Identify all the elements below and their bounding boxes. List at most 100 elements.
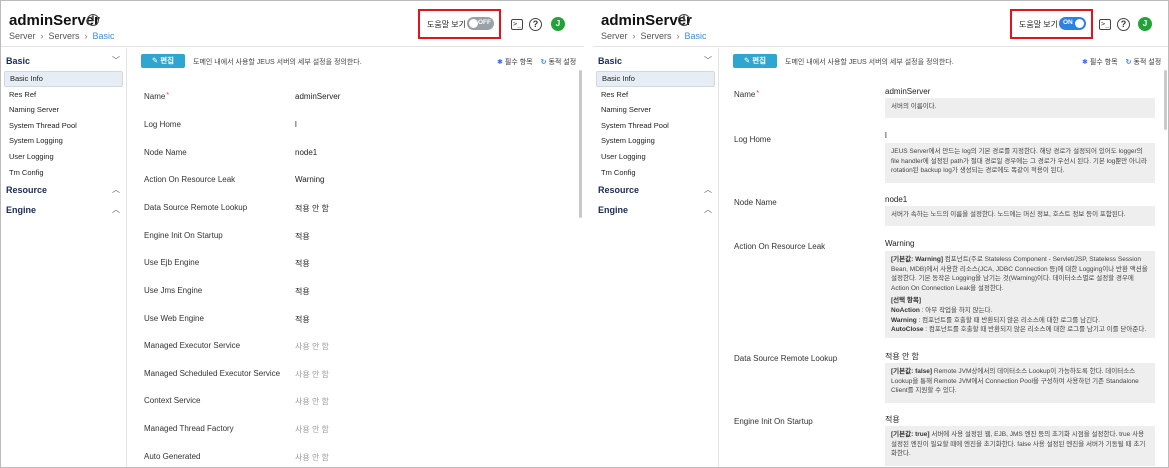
chevron-right-icon: › xyxy=(632,31,636,41)
field-value-managed-scheduled-executor-service[interactable]: 사용 안 함 xyxy=(295,369,329,380)
field-value-managed-thread-factory[interactable]: 사용 안 함 xyxy=(295,424,329,435)
field-label-node-name: Node Name xyxy=(734,198,777,207)
chevron-up-icon: ︿ xyxy=(112,185,120,195)
field-label-action-on-resource-leak: Action On Resource Leak xyxy=(734,242,826,251)
required-legend: 필수 항목 xyxy=(504,59,533,66)
toggle-state-text: ON xyxy=(1063,19,1073,26)
field-value-action-on-resource-leak[interactable]: Warning xyxy=(295,175,325,184)
legend: ✱ 필수 항목 ↻ 동적 설정 xyxy=(497,57,576,67)
sidebar-group-label: Resource xyxy=(6,185,48,196)
sidebar-item-system-thread-pool[interactable]: System Thread Pool xyxy=(4,118,123,134)
dynamic-sync-icon: ↻ xyxy=(1125,59,1132,66)
sidebar-item-naming-server[interactable]: Naming Server xyxy=(4,102,123,118)
sidebar-group-basic[interactable]: Basic ﹀ xyxy=(1,51,126,71)
breadcrumb-servers[interactable]: Servers xyxy=(49,31,80,41)
sidebar-group-basic[interactable]: Basic ﹀ xyxy=(593,51,718,71)
main-content: ✎ 편집 도메인 내에서 사용할 JEUS 서버의 세부 설정을 정의한다. ✱… xyxy=(720,48,1168,467)
chevron-right-icon: › xyxy=(40,31,44,41)
terminal-icon[interactable]: >_ xyxy=(1099,19,1111,30)
legend: ✱ 필수 항목 ↻ 동적 설정 xyxy=(1082,57,1161,67)
field-label-auto-generated: Auto Generated xyxy=(144,452,201,461)
chevron-right-icon: › xyxy=(84,31,88,41)
sidebar-group-label: Basic xyxy=(598,56,623,66)
help-question-icon[interactable]: ? xyxy=(529,18,542,31)
scrollbar[interactable] xyxy=(579,70,582,218)
field-label-log-home: Log Home xyxy=(734,135,771,144)
required-legend: 필수 항목 xyxy=(1089,59,1118,66)
field-value-node-name[interactable]: node1 xyxy=(885,195,907,204)
field-label-managed-thread-factory: Managed Thread Factory xyxy=(144,424,234,433)
field-value-name[interactable]: adminServer xyxy=(295,92,340,101)
help-toggle-highlight: 도움말 보기 OFF xyxy=(418,9,501,39)
help-off-panel: adminServer i Server › Servers › Basic 도움말 보… xyxy=(1,1,584,467)
field-value-data-source-remote-lookup[interactable]: 적용 안 함 xyxy=(295,203,329,214)
sidebar-group-label: Engine xyxy=(6,205,37,216)
help-toggle-switch[interactable]: OFF xyxy=(467,17,494,30)
field-value-node-name[interactable]: node1 xyxy=(295,148,317,157)
sidebar-item-tm-config[interactable]: Tm Config xyxy=(596,165,715,181)
sidebar-item-system-logging[interactable]: System Logging xyxy=(4,133,123,149)
field-label-engine-init-on-startup: Engine Init On Startup xyxy=(734,417,813,426)
edit-button[interactable]: ✎ 편집 xyxy=(141,54,185,68)
breadcrumb: Server › Servers › Basic xyxy=(9,31,115,41)
field-label-data-source-remote-lookup: Data Source Remote Lookup xyxy=(734,354,838,363)
terminal-icon[interactable]: >_ xyxy=(511,19,523,30)
field-value-use-web-engine[interactable]: 적용 xyxy=(295,314,310,325)
help-on-panel: adminServer i Server › Servers › Basic 도움말 보… xyxy=(593,1,1168,467)
field-value-use-jms-engine[interactable]: 적용 xyxy=(295,286,310,297)
page-header: adminServer i Server › Servers › Basic 도움말 보… xyxy=(1,1,584,47)
sidebar: Basic ﹀ Basic Info Res Ref Naming Server … xyxy=(593,48,719,467)
field-value-engine-init-on-startup[interactable]: 적용 xyxy=(295,231,310,242)
sidebar-item-system-logging[interactable]: System Logging xyxy=(596,133,715,149)
field-label-context-service: Context Service xyxy=(144,396,201,405)
sidebar-item-user-logging[interactable]: User Logging xyxy=(596,149,715,165)
field-label-engine-init-on-startup: Engine Init On Startup xyxy=(144,231,223,240)
breadcrumb-server[interactable]: Server xyxy=(9,31,36,41)
field-value-data-source-remote-lookup[interactable]: 적용 안 함 xyxy=(885,351,919,362)
sidebar-item-naming-server[interactable]: Naming Server xyxy=(596,102,715,118)
breadcrumb-server[interactable]: Server xyxy=(601,31,628,41)
info-icon[interactable]: i xyxy=(87,14,99,26)
field-value-action-on-resource-leak[interactable]: Warning xyxy=(885,239,915,248)
field-value-auto-generated[interactable]: 사용 안 함 xyxy=(295,452,329,463)
field-value-managed-executor-service[interactable]: 사용 안 함 xyxy=(295,341,329,352)
help-toggle-switch[interactable]: ON xyxy=(1059,17,1086,30)
avatar[interactable]: J xyxy=(1138,17,1152,31)
main-content: ✎ 편집 도메인 내에서 사용할 JEUS 서버의 세부 설정을 정의한다. ✱… xyxy=(128,48,584,467)
help-toggle-label: 도움말 보기 xyxy=(427,20,467,29)
sidebar-group-engine[interactable]: Engine ︿ xyxy=(1,200,126,220)
field-label-managed-scheduled-executor-service: Managed Scheduled Executor Service xyxy=(144,369,281,378)
required-star-icon: ✱ xyxy=(497,59,503,66)
sidebar-group-resource[interactable]: Resource ︿ xyxy=(1,180,126,200)
sidebar-item-basic-info[interactable]: Basic Info xyxy=(4,71,123,87)
field-value-context-service[interactable]: 사용 안 함 xyxy=(295,396,329,407)
avatar[interactable]: J xyxy=(551,17,565,31)
sidebar-item-system-thread-pool[interactable]: System Thread Pool xyxy=(596,118,715,134)
edit-button-label: 편집 xyxy=(160,56,175,65)
field-value-log-home[interactable]: l xyxy=(295,120,297,129)
field-value-log-home[interactable]: l xyxy=(885,131,887,140)
field-value-name[interactable]: adminServer xyxy=(885,87,930,96)
sidebar-group-label: Resource xyxy=(598,185,640,196)
sidebar-item-user-logging[interactable]: User Logging xyxy=(4,149,123,165)
field-label-use-web-engine: Use Web Engine xyxy=(144,314,204,323)
help-text-data-source-remote-lookup: [기본값: false] Remote JVM상에서의 데이터소스 Lookup… xyxy=(885,363,1155,403)
toggle-knob xyxy=(469,19,478,28)
edit-button[interactable]: ✎ 편집 xyxy=(733,54,777,68)
scrollbar[interactable] xyxy=(1164,70,1167,130)
breadcrumb-current: Basic xyxy=(92,31,115,41)
breadcrumb-servers[interactable]: Servers xyxy=(641,31,672,41)
sidebar-group-engine[interactable]: Engine ︿ xyxy=(593,200,718,220)
field-label-data-source-remote-lookup: Data Source Remote Lookup xyxy=(144,203,248,212)
info-icon[interactable]: i xyxy=(678,14,690,26)
sidebar-item-tm-config[interactable]: Tm Config xyxy=(4,165,123,181)
help-question-icon[interactable]: ? xyxy=(1117,18,1130,31)
sidebar-group-resource[interactable]: Resource ︿ xyxy=(593,180,718,200)
field-value-use-ejb-engine[interactable]: 적용 xyxy=(295,258,310,269)
sidebar-item-basic-info[interactable]: Basic Info xyxy=(596,71,715,87)
page-description: 도메인 내에서 사용할 JEUS 서버의 세부 설정을 정의한다. xyxy=(785,59,954,66)
sidebar-item-res-ref[interactable]: Res Ref xyxy=(596,87,715,103)
sidebar-item-res-ref[interactable]: Res Ref xyxy=(4,87,123,103)
field-value-engine-init-on-startup[interactable]: 적용 xyxy=(885,414,900,425)
field-label-name: Name* xyxy=(144,92,170,101)
